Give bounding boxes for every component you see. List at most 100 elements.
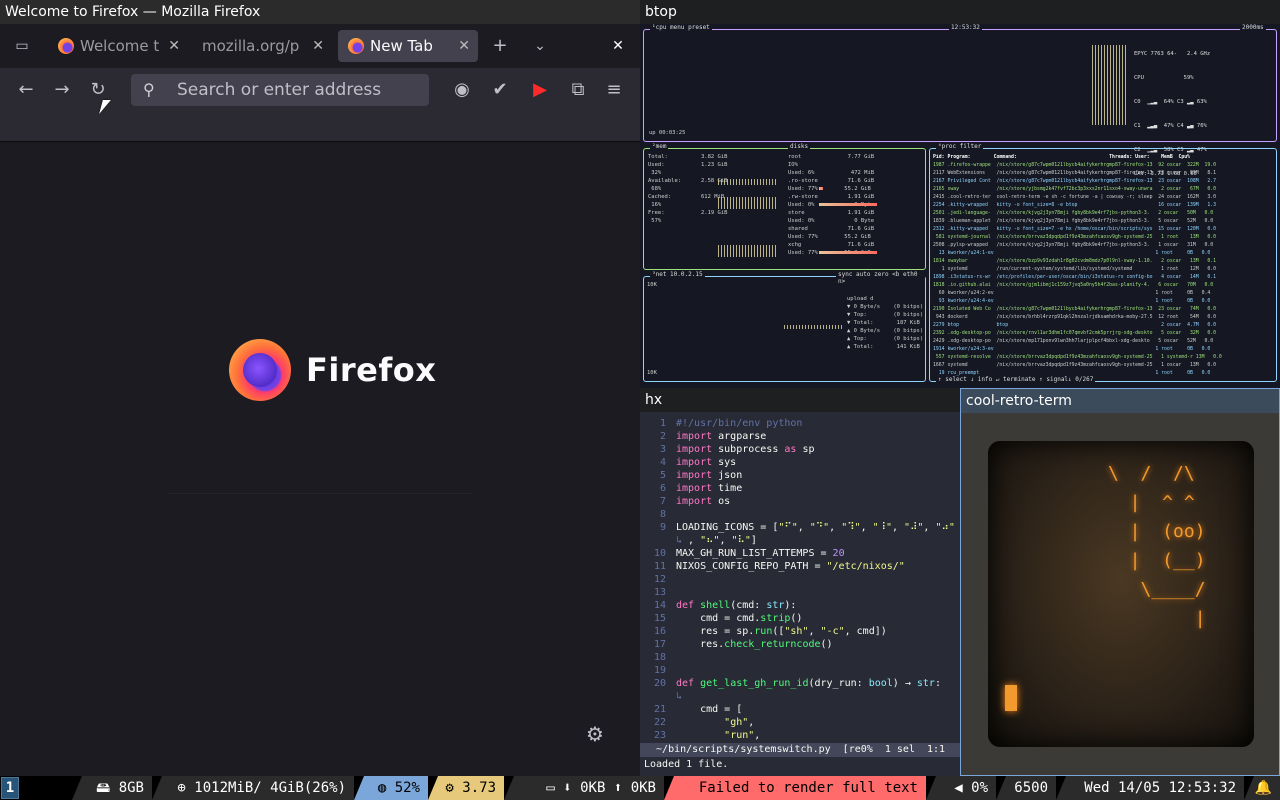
line-number (640, 690, 676, 703)
process-row[interactable]: 2254 .kitty-wrapped kitty -o font_size=8… (933, 202, 1275, 210)
code-line[interactable]: 1 #!/usr/bin/env python (640, 417, 960, 430)
code-line[interactable]: 15 cmd = cmd.strip() (640, 612, 960, 625)
process-row[interactable]: 581 systemd-journal /nix/store/brrvaz3dp… (933, 234, 1275, 242)
close-window-icon[interactable]: ✕ (606, 34, 630, 58)
code-token: , (682, 535, 701, 546)
line-number: 7 (659, 496, 666, 507)
process-row[interactable]: 557 systemd-resolve /nix/store/brrvaz3dp… (933, 354, 1275, 362)
chevron-down-icon[interactable]: ⌄ (528, 34, 552, 58)
net-label: ³net 10.0.2.15 (650, 271, 705, 278)
reload-icon[interactable]: ↻ (86, 78, 110, 102)
code-line[interactable]: 5 import json (640, 469, 960, 482)
process-row[interactable]: 93 kworker/u24:4-ev 1 root 0B 0.0 (933, 298, 1275, 306)
process-row[interactable]: 1898 .i3status-rs-wr /etc/profiles/per-u… (933, 274, 1275, 282)
stat-row: ▲ Total: 141 KiB (847, 344, 920, 350)
cpu-info: EPYC 7763 64- 2.4 GHz CPU 59% C0 ▁▂▃ 64%… (1130, 32, 1270, 177)
code-line[interactable]: 13 (640, 586, 960, 599)
process-row[interactable]: 1 systemd /run/current-system/systemd/li… (933, 266, 1275, 274)
code-line[interactable]: 14 def shell(cmd: str): (640, 599, 960, 612)
process-row[interactable]: 1839 .blueman-applet /nix/store/kjvg2j3y… (933, 218, 1275, 226)
memory-icon: ⊕ (177, 780, 195, 796)
code-line[interactable]: 7 import os (640, 495, 960, 508)
process-row[interactable]: 1914 kworker/u24:3-ev 1 root 0B 0.0 (933, 346, 1275, 354)
code-line[interactable]: 4 import sys (640, 456, 960, 469)
notification-block[interactable]: 🔔 (1244, 776, 1280, 800)
back-icon[interactable]: ← (14, 78, 38, 102)
extensions-icon[interactable]: ⧉ (566, 78, 590, 102)
line-content: ↳ , "⠦", "⠧"] (676, 534, 757, 547)
process-row[interactable]: 943 dockerd /nix/store/brhbl4rzrp91qkl2h… (933, 314, 1275, 322)
code-line[interactable]: 19 (640, 664, 960, 677)
process-row[interactable]: 2312 .kitty-wrapped kitty -o font_size=7… (933, 226, 1275, 234)
code-token: , (829, 522, 842, 533)
account-icon[interactable]: ◉ (450, 78, 474, 102)
code-editor[interactable]: 1 #!/usr/bin/env python 2 import argparse 3 i… (640, 417, 960, 741)
tab-welcome[interactable]: Welcome t ✕ (48, 30, 188, 62)
search-input[interactable] (177, 74, 422, 106)
code-token: , (892, 522, 905, 533)
workspace-button[interactable]: 1 (1, 777, 19, 799)
process-row[interactable]: 2429 .xdg-desktop-po /nix/store/mp171pon… (933, 338, 1275, 346)
error-block: Failed to render full text (664, 776, 926, 800)
process-row[interactable]: 2167 Privileged Cont /nix/store/g87c7wpm… (933, 178, 1275, 186)
code-line[interactable]: 6 import time (640, 482, 960, 495)
youtube-icon[interactable]: ▶ (528, 78, 552, 102)
extension-v-icon[interactable]: ✔ (488, 78, 512, 102)
code-line[interactable]: 12 (640, 573, 960, 586)
line-number: 11 (653, 561, 666, 572)
firefox-icon (58, 38, 74, 54)
cpu-label: ¹cpu menu preset (650, 24, 712, 31)
proc-list[interactable]: 1987 .firefox-wrappe /nix/store/g87c7wpm… (933, 162, 1275, 378)
code-line[interactable]: 20 def get_last_gh_run_id(dry_run: bool) … (640, 677, 960, 690)
code-line[interactable]: 3 import subprocess as sp (640, 443, 960, 456)
close-icon[interactable]: ✕ (312, 30, 324, 62)
process-row[interactable]: 1814 swaybar /nix/store/bzp9v93zdah1r8g0… (933, 258, 1275, 266)
code-line[interactable]: 17 res.check_returncode() (640, 638, 960, 651)
volume-block[interactable]: ◀ 0% (926, 776, 996, 800)
process-row[interactable]: 13 kworker/u24:1-ev 1 root 0B 0.0 (933, 250, 1275, 258)
process-row[interactable]: 2165 sway /nix/store/yjbsmg2k47fvf72bc3p… (933, 186, 1275, 194)
process-row[interactable]: 2501 .jedi-language- /nix/store/kjvg2j3y… (933, 210, 1275, 218)
gear-icon[interactable]: ⚙ (586, 722, 604, 746)
stat-row: xchg 71.6 GiB (788, 242, 875, 248)
forward-icon[interactable]: → (50, 78, 74, 102)
process-row[interactable]: 2190 Isolated Web Co /nix/store/g87c7wpm… (933, 306, 1275, 314)
process-row[interactable]: 1818 .io.github.alai /nix/store/gjm1ibmj… (933, 282, 1275, 290)
code-line[interactable]: ↳ , "⠦", "⠧"] (640, 534, 960, 547)
menu-icon[interactable]: ≡ (602, 78, 626, 102)
tab-label: mozilla.org/p (202, 37, 300, 55)
process-row[interactable]: 60 kworker/u24:2-ev 1 root 0B 0.4 (933, 290, 1275, 298)
status-bar: 1 🖴 8GB ⊕ 1012MiB/ 4GiB(26%) ◍ 52% ⚙ 3.7… (0, 776, 1280, 800)
tab-mozilla[interactable]: mozilla.org/p ✕ (192, 30, 332, 62)
process-row[interactable]: 2279 btop btop 2 oscar 4.7M 0.0 (933, 322, 1275, 330)
code-line[interactable]: 16 res = sp.run(["sh", "-c", cmd]) (640, 625, 960, 638)
code-token: #!/usr/bin/env python (676, 418, 803, 429)
code-line[interactable]: ↳ (640, 690, 960, 703)
code-line[interactable]: 9 LOADING_ICONS = ["⠋", "⠙", "⠹", "⠸", "⠼… (640, 521, 960, 534)
code-line[interactable]: 18 (640, 651, 960, 664)
code-token: "run" (724, 730, 755, 741)
close-icon[interactable]: ✕ (168, 30, 180, 62)
terminal-cursor (1005, 685, 1017, 711)
process-row[interactable]: 2508 .pylsp-wrapped /nix/store/kjvg2j3yn… (933, 242, 1275, 250)
code-line[interactable]: 11 NIXOS_CONFIG_REPO_PATH = "/etc/nixos/" (640, 560, 960, 573)
code-line[interactable]: 8 (640, 508, 960, 521)
process-row[interactable]: 2117 WebExtensions /nix/store/g87c7wpm01… (933, 170, 1275, 178)
url-bar[interactable]: ⚲ (131, 74, 429, 106)
process-row[interactable]: 2415 .cool-retro-ter cool-retro-term -e … (933, 194, 1275, 202)
close-icon[interactable]: ✕ (458, 30, 470, 62)
tab-new-tab[interactable]: New Tab ✕ (338, 30, 478, 62)
process-row[interactable]: 2392 .xdg-desktop-po /nix/store/rnvl1ar3… (933, 330, 1275, 338)
code-line[interactable]: 21 cmd = [ (640, 703, 960, 716)
crt-screen[interactable]: \ / /\ | ^ ^ | (oo) | (__) \____/ | (988, 441, 1254, 747)
code-line[interactable]: 23 "run", (640, 729, 960, 741)
new-tab-icon[interactable]: + (488, 34, 512, 58)
code-line[interactable]: 10 MAX_GH_RUN_LIST_ATTEMPS = 20 (640, 547, 960, 560)
process-row[interactable]: 1987 .firefox-wrappe /nix/store/g87c7wpm… (933, 162, 1275, 170)
stat-row: Used: 77% 55.2 GiB (788, 186, 871, 192)
code-line[interactable]: 22 "gh", (640, 716, 960, 729)
tab-overview-icon[interactable]: ▭ (10, 34, 34, 58)
process-row[interactable]: 1667 systemd /nix/store/brrvaz3dpqdpd1f9… (933, 362, 1275, 370)
code-line[interactable]: 2 import argparse (640, 430, 960, 443)
code-token: () (820, 639, 833, 650)
